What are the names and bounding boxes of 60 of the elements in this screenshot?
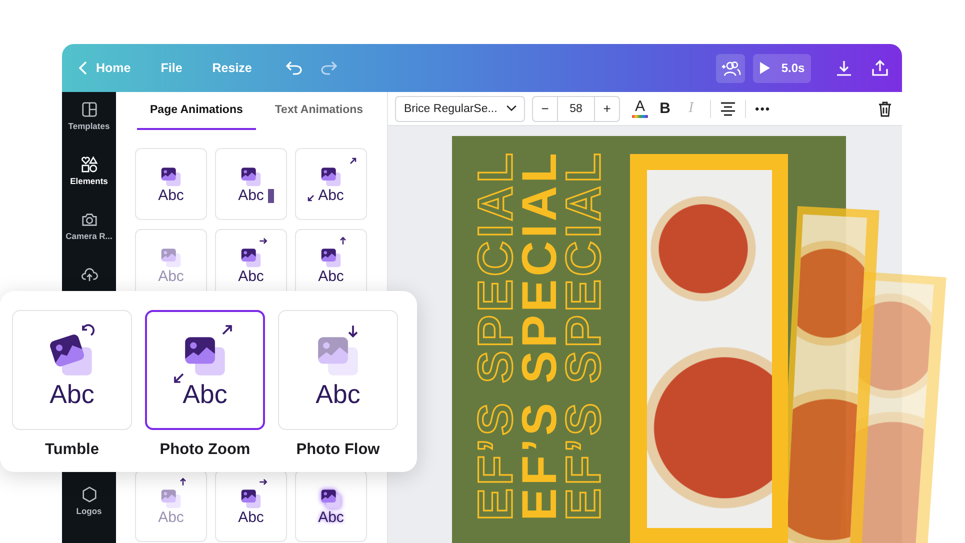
arrow-icon <box>306 193 316 203</box>
shapes-icon <box>80 156 98 173</box>
trash-icon[interactable] <box>878 100 892 116</box>
layout-icon <box>80 101 98 118</box>
poster-headline: EF’S SPECIAL <box>522 150 558 521</box>
animation-tile[interactable]: Abc <box>215 148 287 220</box>
chevron-down-icon <box>506 105 517 112</box>
arrow-icon <box>348 156 358 166</box>
image-icon <box>239 246 263 268</box>
more-button[interactable]: ••• <box>755 102 771 116</box>
animation-tile[interactable]: Abc <box>12 310 132 430</box>
sidebar-item[interactable]: Camera R... <box>62 211 116 266</box>
align-center-icon[interactable] <box>720 102 736 116</box>
arrow-icon <box>178 477 188 487</box>
tab[interactable]: Page Animations <box>137 92 256 130</box>
camera-icon <box>80 211 98 228</box>
arrow-icon <box>258 236 268 246</box>
decrease-button[interactable]: − <box>533 96 557 120</box>
format-button[interactable]: B <box>655 100 675 117</box>
play-button[interactable]: 5.0s <box>753 54 811 82</box>
animation-tile[interactable]: Abc <box>278 310 398 430</box>
arrow-icon <box>338 236 348 246</box>
image-icon <box>159 246 183 268</box>
image-icon <box>319 166 343 186</box>
text-color-button[interactable]: A <box>631 99 649 118</box>
increase-button[interactable]: + <box>595 96 619 120</box>
poster-headline: EF’S SPECIAL <box>478 150 514 521</box>
share-people-button[interactable] <box>716 54 745 82</box>
hexagon-icon <box>80 486 98 503</box>
arrow-icon <box>258 477 268 487</box>
undo-icon[interactable] <box>286 61 302 75</box>
download-icon[interactable] <box>836 60 852 76</box>
image-icon <box>319 488 343 508</box>
animation-tile[interactable]: Abc <box>215 470 287 542</box>
poster-headline: EF’S SPECIAL <box>566 150 602 521</box>
font-dropdown[interactable]: Brice RegularSe... <box>395 96 525 122</box>
tab[interactable]: Text Animations <box>262 92 376 130</box>
animation-name: Photo Flow <box>296 441 380 459</box>
play-icon <box>759 61 772 75</box>
image-icon <box>159 488 183 508</box>
sidebar-item[interactable]: Templates <box>62 101 116 156</box>
people-plus-icon <box>720 60 740 76</box>
chevron-left-icon <box>79 61 87 75</box>
image-icon <box>159 166 183 186</box>
sidebar-item[interactable]: Logos <box>62 486 116 541</box>
animation-name: Photo Zoom <box>160 441 250 459</box>
animation-tile[interactable]: Abc <box>295 470 367 542</box>
share-icon[interactable] <box>872 60 888 76</box>
image-icon <box>239 488 263 508</box>
text-cursor <box>268 189 274 203</box>
cloud-upload-icon <box>80 266 98 283</box>
font-size-value[interactable]: 58 <box>557 96 595 120</box>
image-icon <box>239 166 263 186</box>
animation-name: Tumble <box>45 441 99 459</box>
animation-tile[interactable]: Abc <box>295 148 367 220</box>
rainbow-bar-icon <box>632 115 648 118</box>
animation-tile[interactable]: Abc <box>135 148 207 220</box>
image-icon <box>319 246 343 268</box>
animation-tile[interactable]: Abc <box>145 310 265 430</box>
sidebar-item[interactable]: Elements <box>62 156 116 211</box>
